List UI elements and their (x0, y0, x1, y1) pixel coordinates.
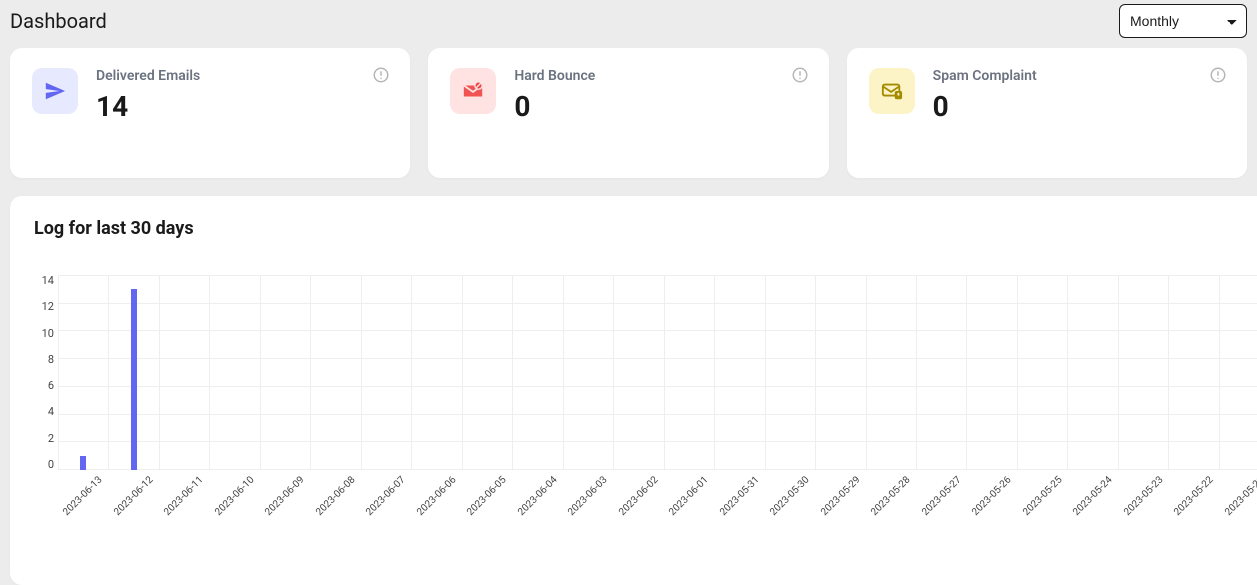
y-tick: 14 (34, 275, 54, 286)
metric-card-spam: Spam Complaint 0 (847, 48, 1247, 178)
bar-slot (412, 275, 463, 470)
metric-label: Delivered Emails (96, 68, 200, 84)
bar-slot (917, 275, 968, 470)
y-tick: 0 (34, 459, 54, 470)
metric-label: Hard Bounce (514, 68, 595, 84)
x-tick: 2023-05-28 (869, 475, 912, 518)
bar-slot (159, 275, 210, 470)
x-tick: 2023-05-29 (819, 475, 862, 518)
bar-slot (513, 275, 564, 470)
bar-slot (462, 275, 513, 470)
bar-slot (967, 275, 1018, 470)
page-title: Dashboard (10, 9, 107, 33)
bar-slot (1169, 275, 1220, 470)
x-tick: 2023-05-21 (1223, 475, 1257, 518)
metric-card-bounce: Hard Bounce 0 (428, 48, 828, 178)
x-tick: 2023-06-06 (415, 475, 458, 518)
x-tick: 2023-06-08 (314, 475, 357, 518)
x-tick: 2023-05-22 (1172, 475, 1215, 518)
y-tick: 8 (34, 354, 54, 365)
x-tick: 2023-06-01 (667, 475, 710, 518)
info-icon[interactable] (1209, 66, 1227, 88)
bar-slot (563, 275, 614, 470)
x-tick: 2023-06-02 (617, 475, 660, 518)
log-panel: Log for last 30 days Delivered Bounced 1… (10, 196, 1257, 585)
x-tick: 2023-06-04 (516, 475, 559, 518)
bar-slot (58, 275, 109, 470)
y-tick: 2 (34, 433, 54, 444)
x-tick: 2023-06-03 (566, 475, 609, 518)
x-tick: 2023-05-23 (1122, 475, 1165, 518)
x-tick: 2023-06-10 (213, 475, 256, 518)
bar-slot (210, 275, 261, 470)
x-tick: 2023-05-24 (1071, 475, 1114, 518)
bar-slot (866, 275, 917, 470)
bounce-mail-icon (450, 68, 496, 114)
y-tick: 4 (34, 406, 54, 417)
bar-delivered (131, 289, 137, 470)
y-tick: 6 (34, 380, 54, 391)
info-icon[interactable] (791, 66, 809, 88)
x-tick: 2023-06-13 (61, 475, 104, 518)
metric-value: 0 (933, 90, 1037, 123)
metric-label: Spam Complaint (933, 68, 1037, 84)
period-select[interactable]: Monthly (1119, 4, 1247, 38)
metric-value: 0 (514, 90, 595, 123)
info-icon[interactable] (372, 66, 390, 88)
bar-slot (1119, 275, 1170, 470)
bar-slot (715, 275, 766, 470)
bar-slot (1068, 275, 1119, 470)
y-tick: 10 (34, 328, 54, 339)
bar-slot (765, 275, 816, 470)
x-tick: 2023-05-30 (768, 475, 811, 518)
panel-title: Log for last 30 days (34, 218, 1257, 239)
bar-slot (311, 275, 362, 470)
x-tick: 2023-05-25 (1021, 475, 1064, 518)
metric-value: 14 (96, 90, 200, 123)
x-tick: 2023-06-05 (465, 475, 508, 518)
x-tick: 2023-06-11 (162, 475, 205, 518)
bar-delivered (80, 456, 86, 470)
bar-slot (1018, 275, 1069, 470)
x-tick: 2023-05-26 (970, 475, 1013, 518)
paper-plane-icon (32, 68, 78, 114)
metric-card-delivered: Delivered Emails 14 (10, 48, 410, 178)
x-tick: 2023-05-31 (718, 475, 761, 518)
bar-slot (1220, 275, 1257, 470)
bar-slot (109, 275, 160, 470)
bar-slot (361, 275, 412, 470)
bar-slot (664, 275, 715, 470)
x-tick: 2023-05-27 (920, 475, 963, 518)
bar-slot (816, 275, 867, 470)
bar-slot (260, 275, 311, 470)
x-tick: 2023-06-09 (263, 475, 306, 518)
bar-slot (614, 275, 665, 470)
x-tick: 2023-06-07 (364, 475, 407, 518)
spam-mail-icon (869, 68, 915, 114)
y-tick: 12 (34, 301, 54, 312)
x-tick: 2023-06-12 (112, 475, 155, 518)
bar-chart: Delivered Bounced 14121086420 2023-06-13… (34, 253, 1257, 563)
